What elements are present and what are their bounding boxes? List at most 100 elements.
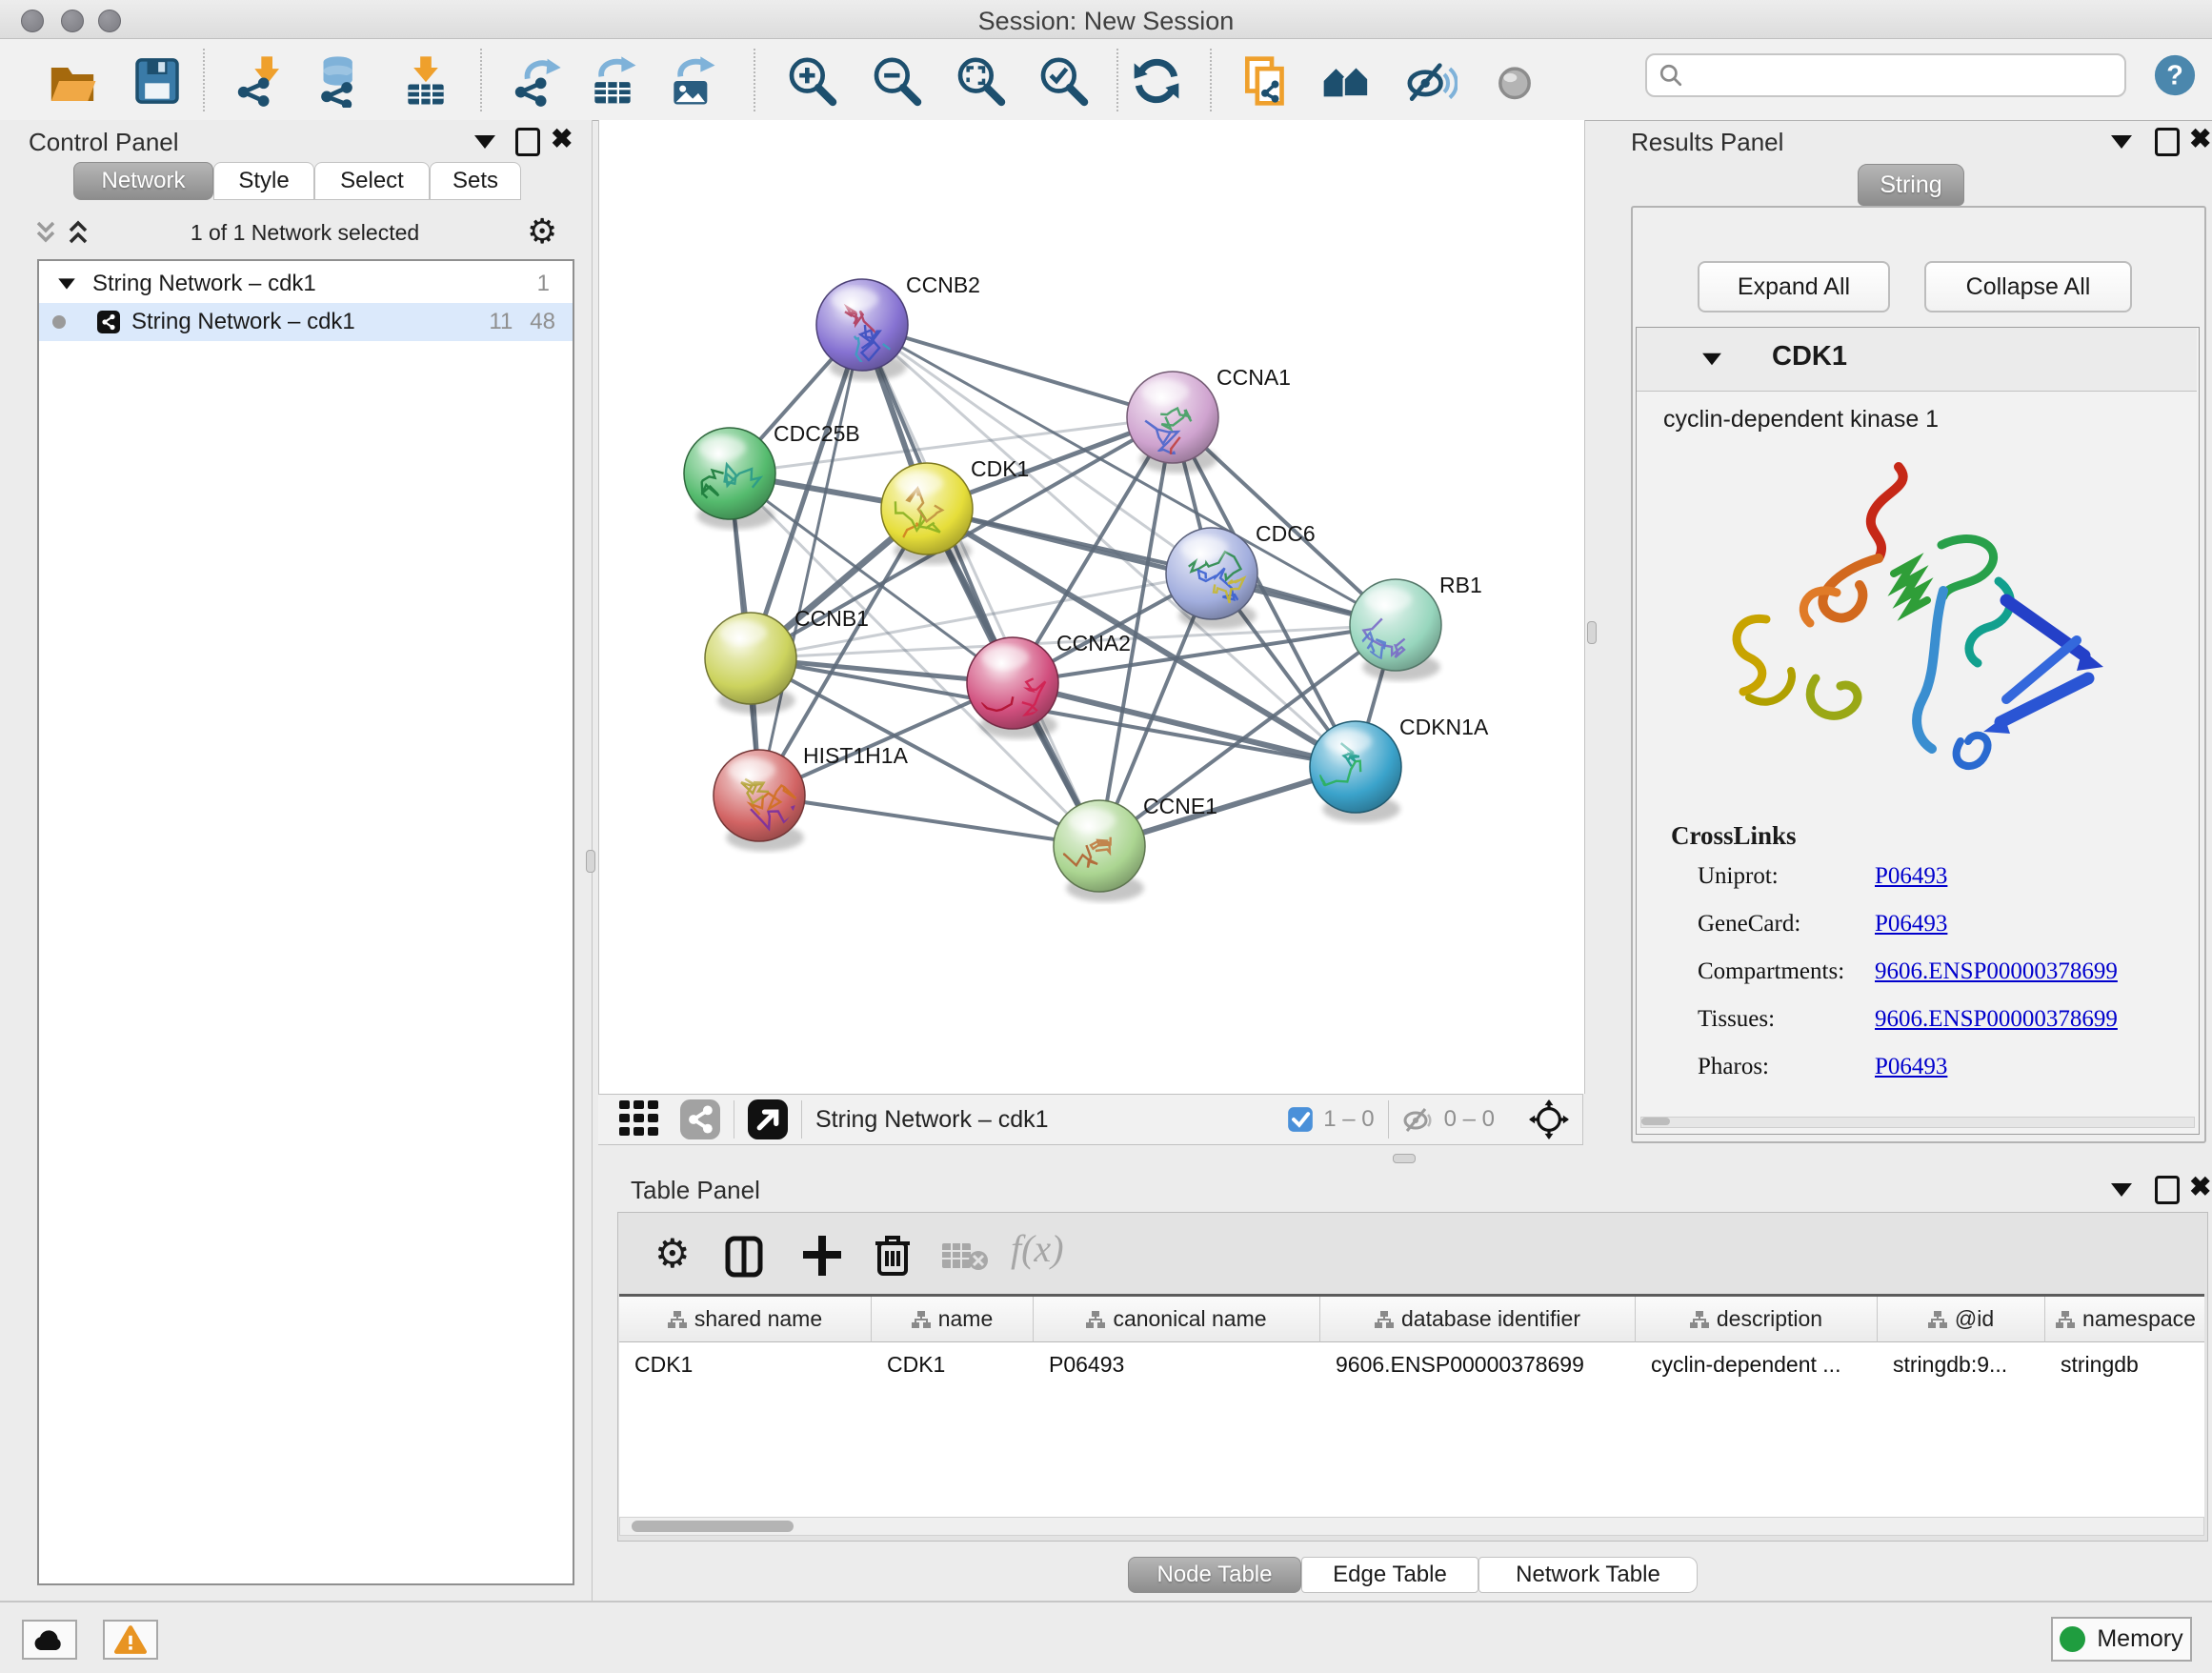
network-view-share-icon[interactable] [680,1099,720,1139]
birds-eye-view-icon[interactable] [1529,1099,1569,1139]
table-panel-menu-icon[interactable] [2111,1183,2132,1197]
table-hscrollbar[interactable] [619,1517,2204,1536]
table-panel-close-icon[interactable]: ✖ [2189,1176,2211,1199]
results-panel-float-icon[interactable] [2155,128,2180,156]
column-header-database-identifier[interactable]: database identifier [1320,1297,1636,1342]
crosslink-value-link[interactable]: P06493 [1875,1054,1947,1080]
table-hscrollbar-thumb[interactable] [632,1521,794,1532]
tab-style[interactable]: Style [213,162,314,200]
warning-status-button[interactable] [103,1620,158,1660]
network-options-gear-icon[interactable]: ⚙ [527,212,557,252]
export-image-icon[interactable] [665,54,718,108]
clone-network-icon[interactable] [1238,54,1292,108]
network-node-ccnb1[interactable]: CCNB1 [705,606,869,715]
column-header-shared-name[interactable]: shared name [619,1297,872,1342]
network-node-ccna1[interactable]: CCNA1 [1127,365,1291,503]
table-row[interactable]: CDK1CDK1P064939606.ENSP00000378699cyclin… [619,1342,2204,1386]
table-cell[interactable]: P06493 [1034,1342,1320,1386]
network-edge[interactable] [759,796,1099,846]
selected-checkbox-icon[interactable] [1287,1106,1314,1133]
column-header-description[interactable]: description [1636,1297,1878,1342]
refresh-layout-icon[interactable] [1130,54,1183,108]
results-panel-menu-icon[interactable] [2111,135,2132,149]
export-table-icon[interactable] [586,54,639,108]
import-network-file-icon[interactable] [232,54,286,108]
delete-table-icon[interactable] [942,1240,988,1272]
collapse-all-button[interactable]: Collapse All [1924,261,2132,312]
hidden-eye-icon[interactable] [1402,1105,1437,1134]
zoom-in-icon[interactable] [785,54,838,108]
open-session-icon[interactable] [46,54,99,108]
column-header-name[interactable]: name [872,1297,1034,1342]
tab-select[interactable]: Select [314,162,430,200]
zoom-fit-icon[interactable] [954,54,1007,108]
node-table[interactable]: shared namenamecanonical namedatabase id… [619,1294,2204,1518]
cloud-status-button[interactable] [22,1620,77,1660]
control-panel-float-icon[interactable] [515,128,540,156]
column-header-@id[interactable]: @id [1878,1297,2045,1342]
left-splitter-handle[interactable] [586,850,595,873]
table-cell[interactable]: CDK1 [619,1342,872,1386]
zoom-selected-icon[interactable] [1036,54,1090,108]
network-node-cdc6[interactable]: CDC6 [1166,521,1316,630]
network-edge[interactable] [927,509,1396,625]
tab-node-table[interactable]: Node Table [1128,1557,1301,1593]
crosslink-value-link[interactable]: 9606.ENSP00000378699 [1875,1006,2118,1033]
search-field[interactable] [1645,53,2126,97]
save-session-icon[interactable] [131,54,184,108]
collapse-all-chevron-icon[interactable] [67,219,90,246]
network-canvas[interactable]: CCNB2CCNA1CDC25BCDK1CDC6RB1CCNB1CCNA2CDK… [598,120,1585,1094]
right-splitter-handle[interactable] [1587,621,1597,644]
network-graph[interactable]: CCNB2CCNA1CDC25BCDK1CDC6RB1CCNB1CCNA2CDK… [599,120,1584,1094]
table-cell[interactable]: cyclin-dependent ... [1636,1342,1878,1386]
tab-network-table[interactable]: Network Table [1478,1557,1698,1593]
collection-expand-icon[interactable] [58,278,75,289]
network-row-selected[interactable]: String Network – cdk1 11 48 [39,303,573,341]
expand-all-chevron-icon[interactable] [34,219,57,246]
network-node-rb1[interactable]: RB1 [1350,573,1482,681]
add-column-icon[interactable] [801,1234,843,1278]
column-header-canonical-name[interactable]: canonical name [1034,1297,1320,1342]
network-collection-row[interactable]: String Network – cdk1 1 [39,265,573,303]
show-all-eye-icon[interactable] [1488,54,1541,108]
network-node-cdkn1a[interactable]: CDKN1A [1310,715,1489,823]
control-panel-close-icon[interactable]: ✖ [551,128,573,151]
delete-column-trash-icon[interactable] [874,1232,912,1278]
tab-edge-table[interactable]: Edge Table [1301,1557,1478,1593]
grid-view-icon[interactable] [619,1100,663,1139]
network-node-hist1h1a[interactable]: HIST1H1A [714,743,909,852]
table-cell[interactable]: stringdb [2045,1342,2204,1386]
network-edge[interactable] [862,325,1173,417]
table-cell[interactable]: CDK1 [872,1342,1034,1386]
control-panel-menu-icon[interactable] [474,135,495,149]
table-gear-icon[interactable]: ⚙ [654,1230,691,1277]
zoom-out-icon[interactable] [870,54,923,108]
import-network-database-icon[interactable] [313,54,367,108]
tab-network[interactable]: Network [73,162,213,200]
search-input[interactable] [1683,61,2124,90]
cdk1-collapse-icon[interactable] [1702,353,1721,366]
open-in-new-window-icon[interactable] [748,1099,788,1139]
results-panel-close-icon[interactable]: ✖ [2189,128,2211,151]
crosslink-value-link[interactable]: P06493 [1875,911,1947,937]
help-icon[interactable]: ? [2153,53,2197,97]
table-cell[interactable]: 9606.ENSP00000378699 [1320,1342,1636,1386]
import-table-file-icon[interactable] [399,54,452,108]
network-node-cdc25b[interactable]: CDC25B [684,421,860,530]
expand-all-button[interactable]: Expand All [1698,261,1890,312]
crosslink-value-link[interactable]: P06493 [1875,863,1947,890]
network-node-ccne1[interactable]: CCNE1 [1053,794,1217,902]
split-column-icon[interactable] [725,1236,763,1278]
tab-string[interactable]: String [1858,164,1964,206]
tab-sets[interactable]: Sets [430,162,521,200]
column-header-namespace[interactable]: namespace [2045,1297,2204,1342]
network-node-ccnb2[interactable]: CCNB2 [816,272,980,381]
memory-button[interactable]: Memory [2051,1617,2192,1662]
table-panel-float-icon[interactable] [2155,1176,2180,1204]
horizontal-splitter-handle[interactable] [1393,1154,1416,1163]
hide-selected-eye-icon[interactable] [1404,54,1458,108]
crosslink-value-link[interactable]: 9606.ENSP00000378699 [1875,958,2118,985]
export-network-icon[interactable] [510,54,563,108]
results-hscrollbar[interactable] [1640,1117,2195,1128]
first-neighbors-houses-icon[interactable] [1319,54,1373,108]
